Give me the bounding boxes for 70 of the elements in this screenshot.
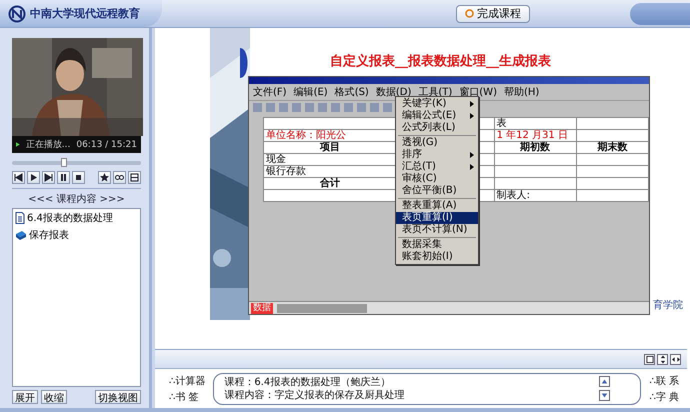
circle-icon [465, 9, 474, 18]
sheet-cell: 期末数 [597, 142, 628, 153]
scroll-up-icon[interactable] [599, 376, 610, 387]
menu-bar-item[interactable]: 工具(T) [418, 85, 452, 99]
course-item[interactable]: 保存报表 [29, 228, 69, 242]
menu-bar-item[interactable]: 窗口(W) [459, 85, 497, 99]
pause-icon[interactable] [57, 171, 70, 184]
menu-item[interactable]: 表页重算(I) [396, 212, 478, 224]
menu-item[interactable]: 编辑公式(E) [396, 110, 478, 122]
sheet-cell: 银行存款 [266, 166, 306, 177]
sheet-cell: 1 年12 月31 日 [496, 130, 568, 141]
menu-item[interactable]: 数据采集 [396, 239, 478, 251]
menu-bar-item[interactable]: 格式(S) [334, 85, 369, 99]
tool-link[interactable]: ∴计算器 [169, 374, 206, 388]
collapse-button[interactable]: 收缩 [41, 390, 67, 404]
finish-course-button[interactable]: 完成课程 [456, 4, 530, 22]
window-icon[interactable] [644, 354, 655, 364]
app-title: 中南大学现代远程教育 [30, 6, 140, 21]
panel-title: <<< 课程内容 >>> [12, 188, 141, 206]
expand-button[interactable]: 展开 [12, 390, 38, 404]
menu-item[interactable]: 汇总(T) [396, 161, 478, 173]
book-icon [15, 230, 27, 240]
menu-bar-item[interactable]: 数据(D) [376, 85, 412, 99]
progress-slider[interactable] [12, 161, 141, 165]
sheet-cell: 现金 [266, 154, 286, 165]
sheet-cell: 表 [496, 118, 507, 129]
menu-item[interactable]: 排序 [396, 149, 478, 161]
stop-icon[interactable] [72, 171, 85, 184]
sheet-tabs-bar[interactable] [277, 304, 367, 312]
document-icon [15, 212, 25, 224]
vertical-arrows-icon[interactable] [657, 354, 668, 364]
tool-link[interactable]: ∴联 系 [649, 374, 679, 388]
menu-bar-item[interactable]: 编辑(E) [294, 85, 328, 99]
footer-text: 育学院 [653, 298, 683, 312]
sheet-cell: 制表人: [496, 190, 530, 201]
star-icon[interactable] [98, 171, 111, 184]
menu-item[interactable]: 整表重算(A) [396, 200, 478, 212]
course-info-text: 课程内容：字定义报表的保存及厨具处理 [224, 388, 406, 402]
mode-label: 数据 [251, 302, 273, 314]
horizontal-arrows-icon[interactable] [670, 354, 681, 364]
playback-time: 06:13 / 15:21 [76, 140, 137, 150]
logo-icon [8, 4, 26, 22]
window-icon[interactable] [128, 171, 141, 184]
tool-link[interactable]: ∴书 签 [169, 390, 206, 404]
course-item[interactable]: 6.4报表的数据处理 [27, 211, 113, 225]
menu-item[interactable]: 透视(G) [396, 137, 478, 149]
menu-bar-item[interactable]: 文件(F) [253, 85, 287, 99]
previous-icon[interactable] [12, 171, 25, 184]
slider-thumb[interactable] [60, 158, 67, 167]
menu-item[interactable]: 表页不计算(N) [396, 224, 478, 236]
sheet-cell: 项目 [320, 142, 340, 153]
sheet-cell: 单位名称：阳光公 [266, 130, 346, 141]
tool-link[interactable]: ∴字 典 [649, 390, 679, 404]
slide-title: 自定义报表__报表数据处理__生成报表 [330, 52, 551, 70]
next-icon[interactable] [42, 171, 55, 184]
sheet-cell: 合计 [320, 178, 340, 189]
playback-status: 正在播放... [26, 138, 70, 151]
menu-item[interactable]: 公式列表(L) [396, 122, 478, 134]
menu-item[interactable]: 审核(C) [396, 173, 478, 185]
menu-bar-item[interactable]: 帮助(H) [504, 85, 540, 99]
scroll-down-icon[interactable] [599, 390, 610, 401]
menu-item[interactable]: 关键字(K) [396, 98, 478, 110]
menu-item[interactable]: 舍位平衡(B) [396, 185, 478, 197]
menu-item[interactable]: 账套初始(I) [396, 251, 478, 263]
play-icon [16, 141, 20, 148]
sheet-cell: 期初数 [520, 142, 550, 153]
play-icon[interactable] [27, 171, 40, 184]
switch-view-button[interactable]: 切换视图 [95, 390, 141, 404]
course-info-text: 课程：6.4报表的数据处理（鲍庆兰） [224, 376, 392, 388]
loop-icon[interactable] [113, 171, 126, 184]
